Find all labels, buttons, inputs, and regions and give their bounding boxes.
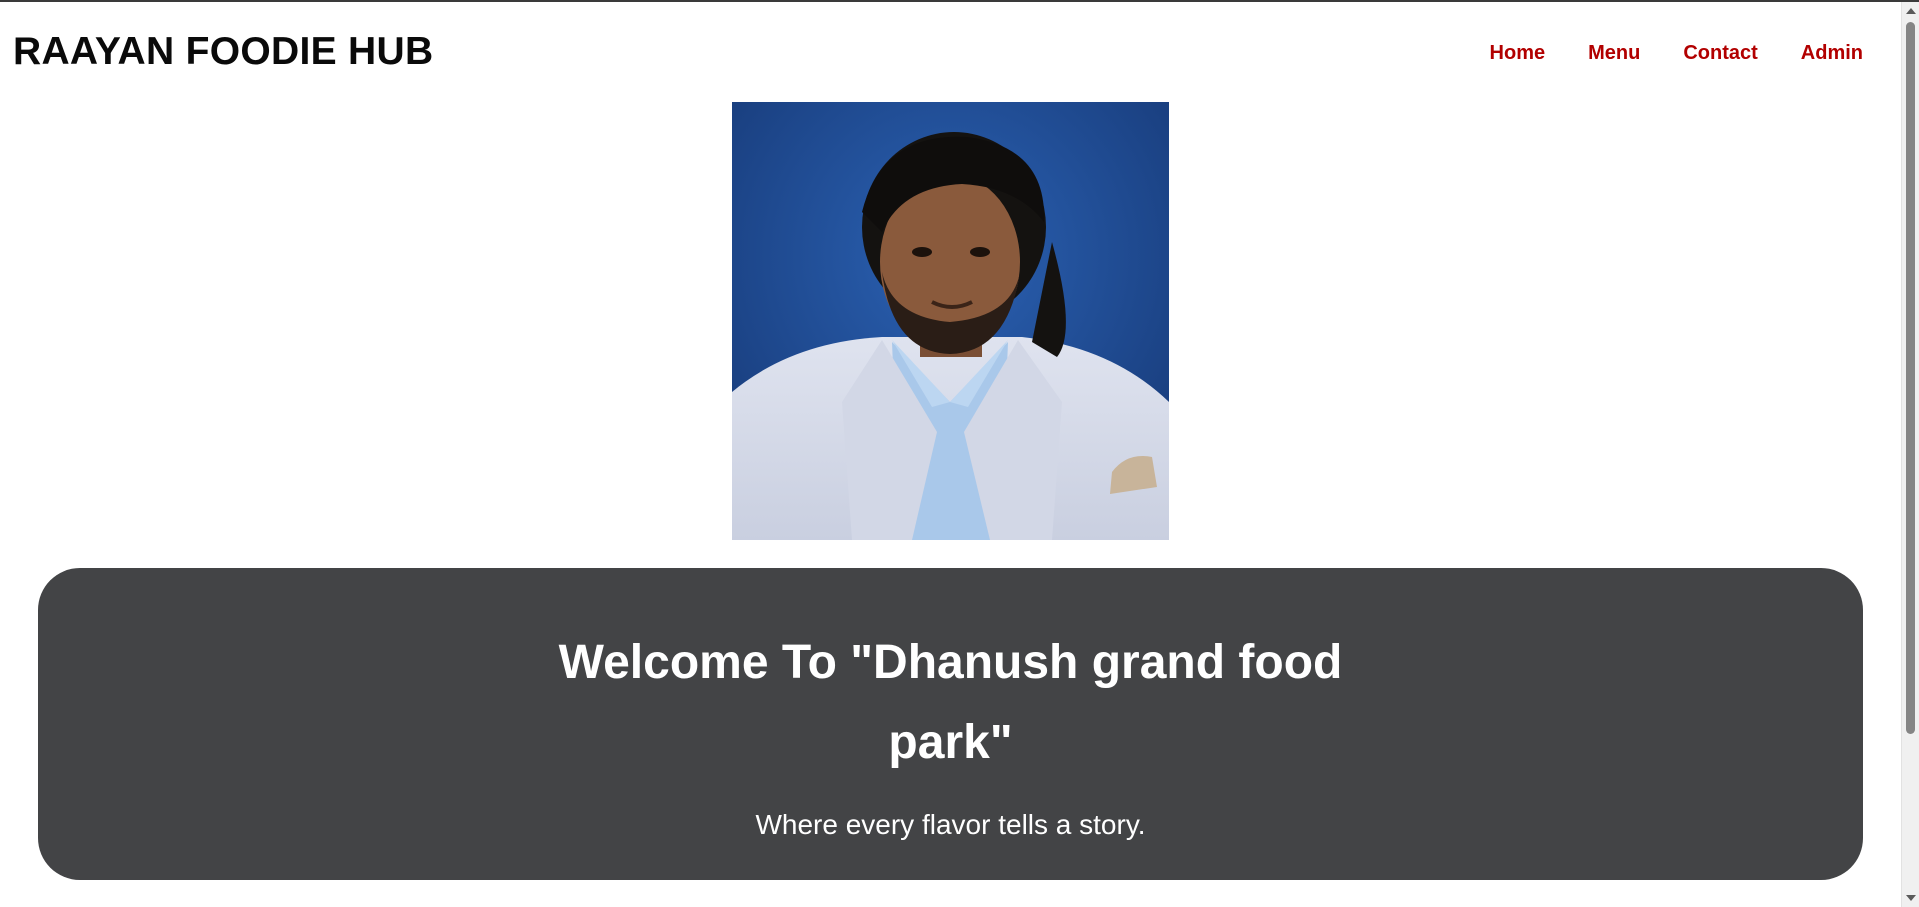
nav-menu-link[interactable]: Menu xyxy=(1588,42,1640,65)
scroll-down-icon[interactable] xyxy=(1906,895,1916,901)
brand-title: RAAYAN FOODIE HUB xyxy=(13,30,434,73)
site-header: RAAYAN FOODIE HUB Home Menu Contact Admi… xyxy=(0,2,1900,102)
scroll-up-icon[interactable] xyxy=(1906,8,1916,14)
welcome-title: Welcome To "Dhanush grand food park" xyxy=(558,636,1343,769)
main-nav: Home Menu Contact Admin xyxy=(1490,42,1863,65)
nav-home-link[interactable]: Home xyxy=(1490,42,1546,65)
nav-contact-link[interactable]: Contact xyxy=(1683,42,1757,65)
welcome-subtitle: Where every flavor tells a story. xyxy=(755,809,1146,840)
nav-admin-link[interactable]: Admin xyxy=(1801,42,1863,65)
scroll-thumb[interactable] xyxy=(1906,22,1915,734)
page: RAAYAN FOODIE HUB Home Menu Contact Admi… xyxy=(0,0,1919,907)
portrait-illustration xyxy=(732,102,1169,540)
portrait-photo-icon xyxy=(732,102,1169,540)
vertical-scrollbar[interactable] xyxy=(1901,2,1919,907)
welcome-panel: Welcome To "Dhanush grand food park" Whe… xyxy=(38,568,1863,880)
